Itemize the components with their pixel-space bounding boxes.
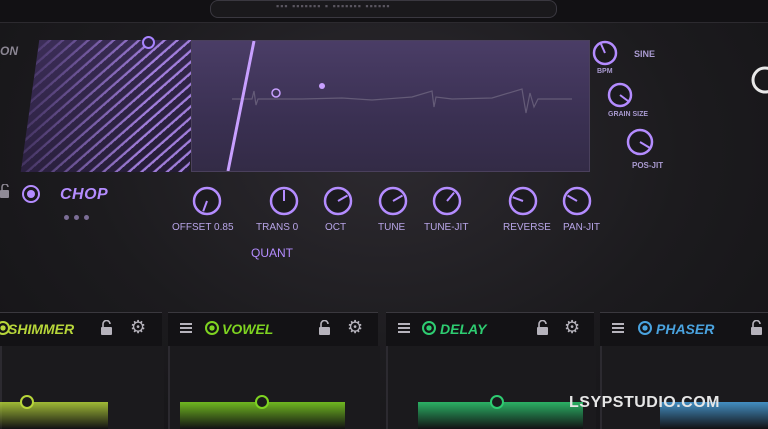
menu-icon[interactable] — [398, 323, 410, 333]
lock-icon[interactable] — [750, 319, 764, 335]
fx-handle-shimmer[interactable] — [20, 395, 34, 409]
lock-icon[interactable] — [100, 319, 114, 335]
quant-label[interactable]: QUANT — [251, 246, 293, 260]
fx-handle-vowel[interactable] — [255, 395, 269, 409]
knob-pan-jit[interactable] — [562, 186, 592, 216]
menu-icon[interactable] — [612, 323, 624, 333]
left-panel-label: ON — [0, 44, 18, 58]
grain-marker — [271, 88, 281, 98]
knob-trans[interactable] — [269, 186, 299, 216]
gear-icon[interactable]: ⚙ — [130, 318, 148, 336]
lock-icon[interactable] — [536, 319, 550, 335]
knob-offset[interactable] — [192, 186, 222, 216]
knob-tune-jit[interactable] — [432, 186, 462, 216]
knob-label-oct: OCT — [325, 222, 347, 233]
grain-point — [319, 83, 325, 89]
fx-power-toggle-vowel[interactable] — [205, 321, 219, 335]
gear-icon[interactable]: ⚙ — [564, 318, 582, 336]
lock-icon[interactable] — [318, 319, 332, 335]
knob-label-reverse: REVERSE — [503, 222, 551, 233]
fx-label-phaser: PHASER — [656, 321, 715, 337]
knob-label-offset: OFFSET 0.85 — [172, 222, 234, 233]
grain-handle[interactable] — [142, 36, 155, 49]
knob-pos-jit[interactable] — [622, 128, 656, 163]
lock-icon[interactable] — [0, 184, 10, 198]
grain-size-label: GRAIN SIZE — [608, 111, 649, 118]
chop-page-dots[interactable] — [64, 207, 94, 225]
knob-label-pan-jit: PAN-JIT — [563, 222, 601, 233]
fx-handle-delay[interactable] — [490, 395, 504, 409]
fx-power-toggle-phaser[interactable] — [638, 321, 652, 335]
watermark: LSYPSTUDIO.COM — [569, 394, 721, 411]
preset-name: ▪▪▪ ▪▪▪▪▪▪▪ ▪ ▪▪▪▪▪▪▪ ▪▪▪▪▪▪ — [276, 1, 391, 11]
gear-icon[interactable]: ⚙ — [347, 318, 365, 336]
sine-label: SINE — [634, 49, 656, 59]
menu-icon[interactable] — [180, 323, 192, 333]
chop-toggle[interactable] — [22, 185, 40, 203]
partial-knob[interactable] — [745, 62, 768, 107]
knob-label-tune: TUNE — [378, 222, 406, 233]
fx-waveform-shimmer — [0, 402, 108, 429]
fx-label-shimmer: SHIMMER — [8, 321, 75, 337]
waveform-line — [232, 88, 572, 114]
fx-label-vowel: VOWEL — [222, 321, 274, 337]
knob-reverse[interactable] — [508, 186, 538, 216]
knob-tune[interactable] — [378, 186, 408, 216]
knob-oct[interactable] — [323, 186, 353, 216]
waveform-display[interactable] — [191, 40, 590, 172]
fx-label-delay: DELAY — [440, 321, 487, 337]
chop-label: CHOP — [60, 186, 109, 203]
pos-jit-label: POS-JIT — [632, 161, 664, 170]
playhead — [226, 41, 256, 171]
knob-label-trans: TRANS 0 — [256, 222, 299, 233]
knob-label-tune-jit: TUNE-JIT — [424, 222, 469, 233]
grain-display[interactable] — [20, 40, 208, 172]
bpm-label: BPM — [597, 68, 613, 75]
fx-slot-delay[interactable] — [386, 312, 594, 347]
fx-power-toggle-delay[interactable] — [422, 321, 436, 335]
